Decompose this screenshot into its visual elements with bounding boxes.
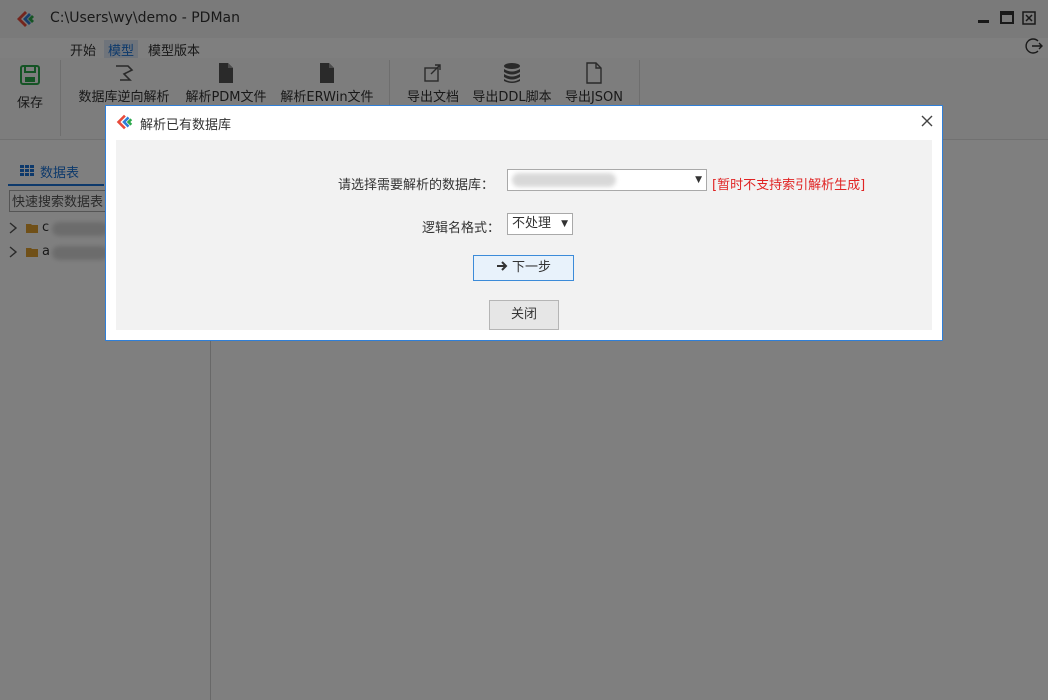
logic-name-select[interactable]: 不处理 ▼ [507,213,573,235]
close-button[interactable]: 关闭 [489,300,559,330]
arrow-right-icon [496,261,508,271]
warning-text: [暂时不支持索引解析生成] [712,178,866,193]
next-button-label: 下一步 [511,260,551,275]
dialog-body: 请选择需要解析的数据库： ▼ [暂时不支持索引解析生成] 逻辑名格式： 不处理 … [116,140,932,330]
redacted-text [512,173,616,187]
dialog-title: 解析已有数据库 [140,118,232,133]
pdman-logo-icon [116,114,133,130]
logic-name-label: 逻辑名格式： [422,221,501,236]
close-icon[interactable] [918,112,936,130]
dropdown-arrow-icon: ▼ [695,175,702,185]
dropdown-arrow-icon: ▼ [561,219,568,229]
parse-database-dialog: 解析已有数据库 请选择需要解析的数据库： ▼ [暂时不支持索引解析生成] 逻辑名… [105,105,943,341]
database-label: 请选择需要解析的数据库： [338,178,495,193]
database-select[interactable]: ▼ [507,169,707,191]
logic-name-select-value: 不处理 [512,216,552,231]
next-button[interactable]: 下一步 [473,255,574,281]
